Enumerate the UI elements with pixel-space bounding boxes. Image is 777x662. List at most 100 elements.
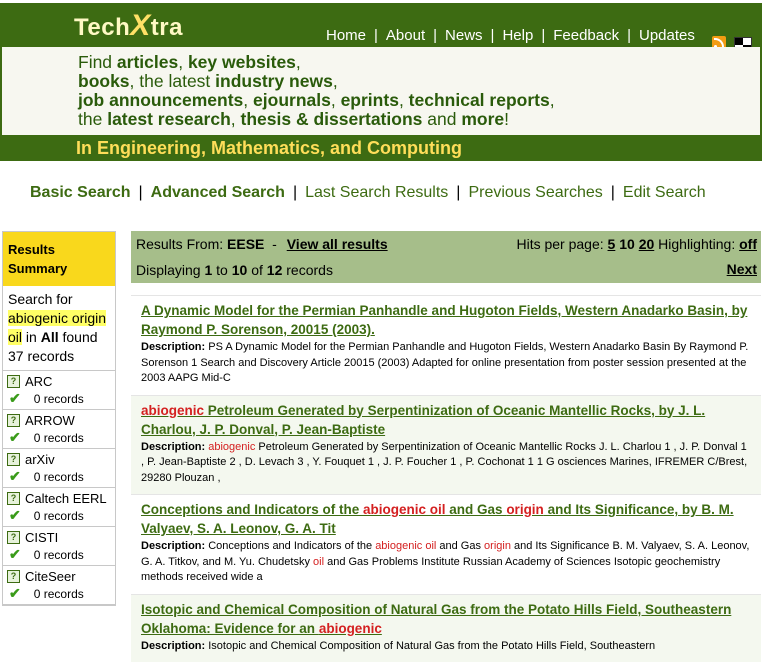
checkmark-icon: ✔ xyxy=(9,390,21,407)
nav-news[interactable]: News xyxy=(445,27,483,44)
search-navigation: Basic Search | Advanced Search | Last Sear… xyxy=(30,184,706,202)
results-source-line: Results From: EESE - View all results xyxy=(136,236,388,252)
site-header: TechXtra Home | About | News | Help | Feedba… xyxy=(0,3,762,161)
hits-per-page-control: Hits per page: 5 10 20 Highlighting: off xyxy=(516,236,757,252)
result-item: A Dynamic Model for the Permian Panhandl… xyxy=(131,295,761,395)
subtitle-bar: In Engineering, Mathematics, and Computi… xyxy=(0,135,762,161)
description-label: Description: xyxy=(141,540,208,552)
results-list: A Dynamic Model for the Permian Panhandl… xyxy=(131,295,761,662)
checkmark-icon: ✔ xyxy=(9,507,21,524)
nav-help[interactable]: Help xyxy=(502,27,533,44)
checkmark-icon: ✔ xyxy=(9,468,21,485)
displaying-range: Displaying 1 to 10 of 12 records xyxy=(136,262,333,278)
nav-home[interactable]: Home xyxy=(326,27,366,44)
separator: | xyxy=(293,184,297,202)
checkmark-icon: ✔ xyxy=(9,429,21,446)
highlighted-term: origin xyxy=(484,540,511,552)
source-info-icon[interactable]: ? xyxy=(7,531,20,544)
separator: | xyxy=(139,184,143,202)
source-item-arxiv[interactable]: ?arXiv ✔0 records xyxy=(3,449,115,488)
result-description: Description: PS A Dynamic Model for the … xyxy=(141,340,751,387)
source-info-icon[interactable]: ? xyxy=(7,414,20,427)
source-info-icon[interactable]: ? xyxy=(7,375,20,388)
results-source-name: EESE xyxy=(227,236,264,252)
highlighted-term: origin xyxy=(506,502,544,517)
header-banner: Find articles, key websites, books, the … xyxy=(0,47,762,135)
logo-text-x: X xyxy=(130,9,151,42)
next-page-link[interactable]: Next xyxy=(727,261,757,277)
tagline-line-3: job announcements, ejournals, eprints, t… xyxy=(78,91,555,110)
nav-separator: | xyxy=(374,27,378,44)
nav-feedback[interactable]: Feedback xyxy=(553,27,619,44)
results-header-bar: Results From: EESE - View all results Hi… xyxy=(131,231,761,283)
highlighted-term: abiogenic oil xyxy=(363,502,446,517)
result-item: Isotopic and Chemical Composition of Nat… xyxy=(131,594,761,662)
highlighting-toggle-link[interactable]: off xyxy=(739,236,757,252)
logo-text-tech: Tech xyxy=(74,14,130,41)
result-description: Description: Conceptions and Indicators … xyxy=(141,539,751,586)
hits-10-link[interactable]: 10 xyxy=(619,236,635,252)
advanced-search-link[interactable]: Advanced Search xyxy=(151,184,285,202)
result-title-link[interactable]: Isotopic and Chemical Composition of Nat… xyxy=(141,602,731,636)
description-text: Isotopic and Chemical Composition of Nat… xyxy=(208,640,655,652)
result-title-link[interactable]: Conceptions and Indicators of the abioge… xyxy=(141,502,734,536)
logo-text-tra: tra xyxy=(151,14,183,41)
top-navigation: Home | About | News | Help | Feedback | Updat… xyxy=(326,27,695,44)
nav-separator: | xyxy=(541,27,545,44)
description-label: Description: xyxy=(141,341,208,353)
basic-search-link[interactable]: Basic Search xyxy=(30,184,131,202)
edit-search-link[interactable]: Edit Search xyxy=(623,184,706,202)
tagline-line-1: Find articles, key websites, xyxy=(78,53,301,72)
result-description: Description: abiogenic Petroleum Generat… xyxy=(141,440,751,487)
source-item-arc[interactable]: ?ARC ✔0 records xyxy=(3,371,115,410)
result-item: abiogenic Petroleum Generated by Serpent… xyxy=(131,395,761,495)
tagline-line-2: books, the latest industry news, xyxy=(78,72,338,91)
description-text: PS A Dynamic Model for the Permian Panha… xyxy=(141,341,748,384)
nav-separator: | xyxy=(627,27,631,44)
techxtra-logo[interactable]: TechXtra xyxy=(74,9,183,43)
previous-searches-link[interactable]: Previous Searches xyxy=(468,184,602,202)
view-all-results-link[interactable]: View all results xyxy=(287,236,388,252)
highlighted-term: abiogenic xyxy=(319,621,382,636)
separator: | xyxy=(611,184,615,202)
nav-about[interactable]: About xyxy=(386,27,425,44)
last-search-results-link[interactable]: Last Search Results xyxy=(305,184,448,202)
highlighted-term: abiogenic xyxy=(208,441,255,453)
result-title-link[interactable]: abiogenic Petroleum Generated by Serpent… xyxy=(141,403,705,437)
source-item-cisti[interactable]: ?CISTI ✔0 records xyxy=(3,527,115,566)
highlighted-term: abiogenic xyxy=(141,403,204,418)
source-item-arrow[interactable]: ?ARROW ✔0 records xyxy=(3,410,115,449)
description-text: Conceptions and Indicators of the xyxy=(208,540,375,552)
checkmark-icon: ✔ xyxy=(9,546,21,563)
total-record-count: 37 records xyxy=(8,348,74,364)
title-text: Petroleum Generated by Serpentinization … xyxy=(141,403,705,437)
source-item-caltech-eerl[interactable]: ?Caltech EERL ✔0 records xyxy=(3,488,115,527)
title-text: Conceptions and Indicators of the xyxy=(141,502,363,517)
hits-5-link[interactable]: 5 xyxy=(608,236,616,252)
highlighted-term: oil xyxy=(313,556,324,568)
result-description: Description: Isotopic and Chemical Compo… xyxy=(141,639,751,655)
results-summary-title: Results Summary xyxy=(3,232,115,286)
tagline-line-4: the latest research, thesis & dissertati… xyxy=(78,110,509,129)
checkmark-icon: ✔ xyxy=(9,585,21,602)
title-text: and Gas xyxy=(446,502,507,517)
source-info-icon[interactable]: ? xyxy=(7,453,20,466)
search-summary: Search for abiogenic origin oil in All f… xyxy=(3,286,115,371)
result-title-link[interactable]: A Dynamic Model for the Permian Panhandl… xyxy=(141,303,747,337)
description-label: Description: xyxy=(141,441,208,453)
nav-updates[interactable]: Updates xyxy=(639,27,695,44)
source-info-icon[interactable]: ? xyxy=(7,570,20,583)
description-label: Description: xyxy=(141,640,208,652)
nav-separator: | xyxy=(433,27,437,44)
title-text: Isotopic and Chemical Composition of Nat… xyxy=(141,602,731,636)
results-summary-sidebar: Results Summary Search for abiogenic ori… xyxy=(2,231,116,606)
nav-separator: | xyxy=(491,27,495,44)
separator: | xyxy=(456,184,460,202)
source-item-citeseer[interactable]: ?CiteSeer ✔0 records xyxy=(3,566,115,605)
highlighted-term: abiogenic oil xyxy=(375,540,436,552)
result-item: Conceptions and Indicators of the abioge… xyxy=(131,494,761,594)
hits-20-link[interactable]: 20 xyxy=(639,236,655,252)
subtitle-text: In Engineering, Mathematics, and Computi… xyxy=(76,138,462,159)
description-text: and Gas xyxy=(436,540,484,552)
source-info-icon[interactable]: ? xyxy=(7,492,20,505)
